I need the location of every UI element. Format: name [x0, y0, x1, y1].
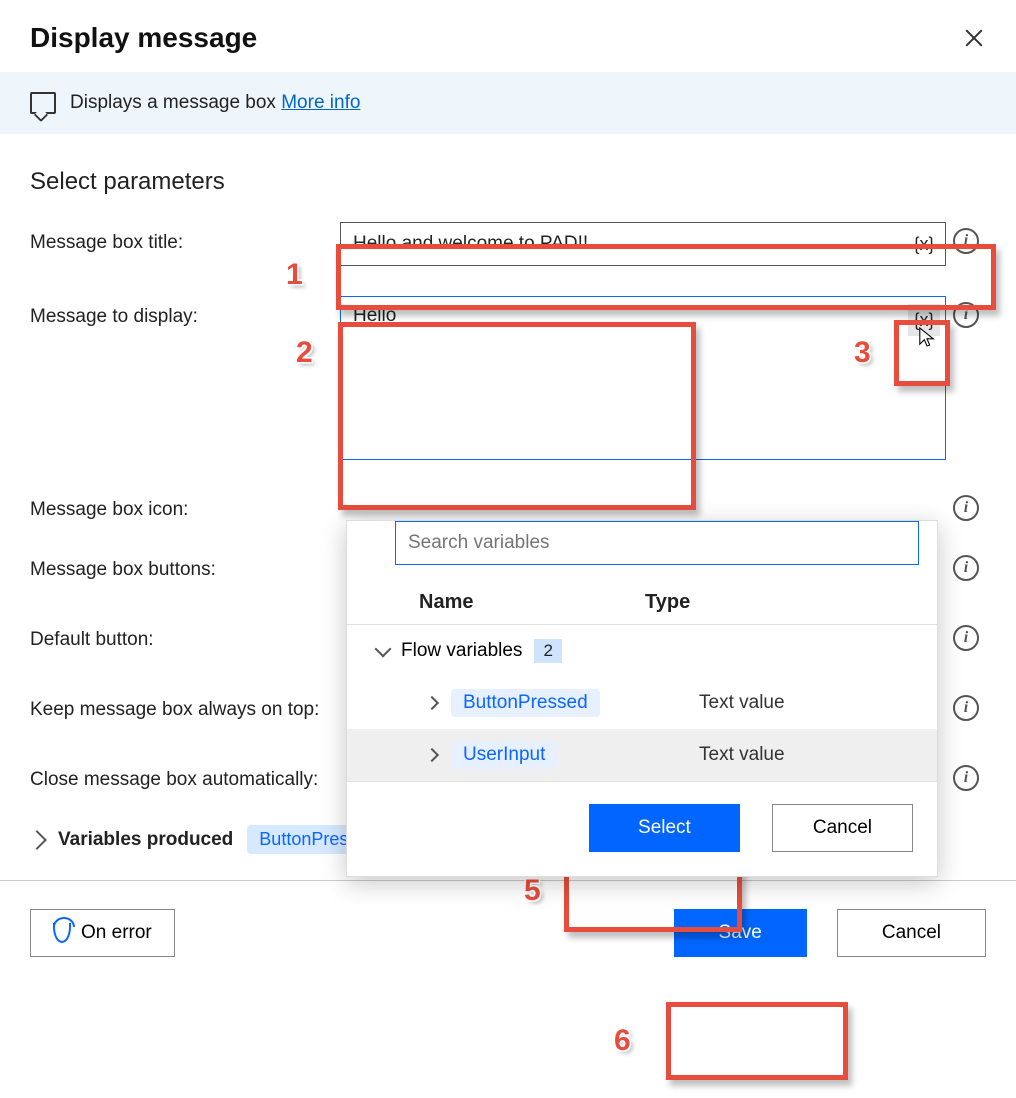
info-icon[interactable]: i	[953, 228, 979, 254]
column-name-header: Name	[365, 591, 645, 614]
label-message-box-icon: Message box icon:	[30, 489, 340, 521]
chevron-down-icon	[375, 641, 392, 658]
popover-cancel-button[interactable]: Cancel	[772, 804, 913, 852]
variable-item-buttonpressed[interactable]: ButtonPressed Text value	[347, 677, 937, 729]
chevron-right-icon	[425, 748, 439, 762]
group-label: Flow variables	[401, 640, 522, 662]
shield-icon	[53, 923, 71, 943]
variable-type: Text value	[699, 692, 785, 714]
label-message-box-buttons: Message box buttons:	[30, 549, 340, 581]
group-count-badge: 2	[534, 639, 561, 663]
on-error-label: On error	[81, 922, 152, 944]
cancel-button[interactable]: Cancel	[837, 909, 986, 957]
variable-name: UserInput	[451, 741, 557, 769]
more-info-link[interactable]: More info	[281, 92, 360, 113]
info-icon[interactable]: i	[953, 695, 979, 721]
insert-variable-button[interactable]: {x}	[908, 228, 940, 260]
message-box-title-input[interactable]	[340, 222, 946, 266]
close-icon[interactable]	[962, 26, 986, 50]
annotation-number: 6	[614, 1024, 631, 1058]
label-always-on-top: Keep message box always on top:	[30, 689, 360, 721]
label-auto-close: Close message box automatically:	[30, 759, 360, 791]
variable-picker-popover: Name Type Flow variables 2 ButtonPressed…	[346, 520, 938, 877]
chevron-right-icon	[425, 696, 439, 710]
select-button[interactable]: Select	[589, 804, 740, 852]
chevron-right-icon[interactable]	[27, 830, 47, 850]
annotation-box	[666, 1002, 848, 1080]
variable-name: ButtonPressed	[451, 689, 600, 717]
variable-type: Text value	[699, 744, 785, 766]
section-title: Select parameters	[0, 134, 1016, 214]
info-icon[interactable]: i	[953, 555, 979, 581]
variable-item-userinput[interactable]: UserInput Text value	[347, 729, 937, 781]
info-icon[interactable]: i	[953, 765, 979, 791]
message-to-display-input[interactable]: Hello	[340, 296, 946, 460]
comment-icon	[30, 92, 56, 114]
info-icon[interactable]: i	[953, 625, 979, 651]
on-error-button[interactable]: On error	[30, 909, 175, 957]
variable-group-row[interactable]: Flow variables 2	[347, 625, 937, 677]
save-button[interactable]: Save	[674, 909, 807, 957]
column-type-header: Type	[645, 591, 690, 614]
cursor-icon	[918, 326, 936, 348]
label-message-to-display: Message to display:	[30, 296, 340, 328]
info-icon[interactable]: i	[953, 495, 979, 521]
label-message-box-title: Message box title:	[30, 222, 340, 254]
variables-produced-label: Variables produced	[58, 829, 233, 851]
dialog-title: Display message	[30, 22, 257, 54]
search-variables-input[interactable]	[395, 521, 919, 565]
description-text: Displays a message box	[70, 92, 276, 113]
info-icon[interactable]: i	[953, 302, 979, 328]
label-default-button: Default button:	[30, 619, 340, 651]
description-bar: Displays a message box More info	[0, 72, 1016, 134]
